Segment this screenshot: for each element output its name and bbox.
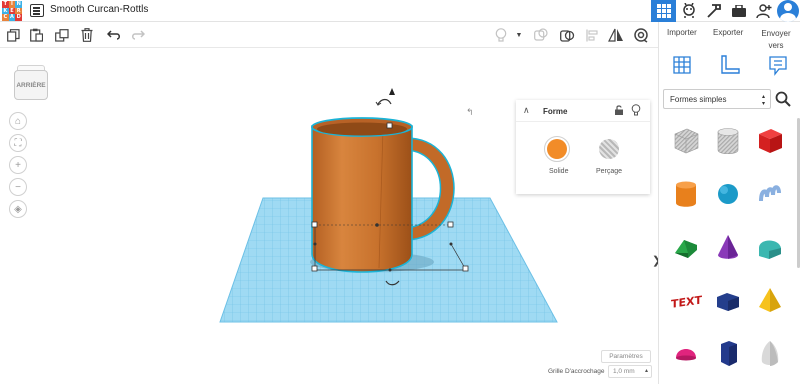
panel-tabs [659,52,800,82]
shape-library: TEXT [665,114,793,379]
shapes-panel: Importer Exporter Envoyer vers Formes si… [658,22,800,384]
edit-toolbar: ▼ [0,22,658,48]
svg-text:TEXT: TEXT [671,293,702,310]
scribble-shape[interactable] [749,167,791,220]
paraboloid-shape[interactable] [749,326,791,379]
pyramid-shape[interactable] [749,273,791,326]
view-cube-face-label[interactable]: ARRIÈRE [14,70,48,100]
shape-category-select[interactable]: Formes simples [663,89,771,109]
tinkercad-logo[interactable]: T I N K E R C A D [2,1,22,21]
cylinder-hole-shape[interactable] [707,114,749,167]
workplane-scene[interactable]: ↰ [0,48,658,384]
zoom-in-icon[interactable]: + [9,156,27,174]
add-user-icon[interactable] [751,0,776,22]
bricks-tools-icon[interactable] [701,0,726,22]
zoom-out-icon[interactable]: − [9,178,27,196]
polygon-shape[interactable] [707,326,749,379]
search-icon[interactable] [775,91,791,107]
ungroup-icon[interactable] [557,25,577,45]
workplane-canvas[interactable]: ↰ ARRIÈRE ⌂ ⛶ + − ◈ ∧ Forme Solide Perça… [0,48,661,384]
view-controls: ⌂ ⛶ + − ◈ [9,112,27,222]
grid-view-icon[interactable] [651,0,676,22]
workplane-tool-icon[interactable] [671,54,693,76]
chevron-up-icon[interactable]: ∧ [523,105,530,116]
solid-button[interactable] [544,136,570,162]
trash-icon[interactable] [77,25,97,45]
text-shape[interactable]: TEXT [665,273,707,326]
user-avatar[interactable] [777,0,799,22]
group-icon[interactable] [531,25,551,45]
suitcase-icon[interactable] [726,0,751,22]
lightbulb-icon[interactable] [631,104,641,116]
paste-icon[interactable] [26,25,46,45]
top-bar: T I N K E R C A D Smooth Curcan-Rottls [0,0,800,22]
raise-handle-icon[interactable] [389,88,395,95]
logo-letter: R [15,7,22,15]
chevron-down-icon[interactable]: ▼ [512,25,526,45]
settings-button[interactable]: Paramètres [601,350,651,363]
design-title[interactable]: Smooth Curcan-Rottls [50,4,148,15]
duplicate-icon[interactable] [52,25,72,45]
undo-icon[interactable] [104,25,124,45]
half-sphere-shape[interactable] [665,326,707,379]
fit-view-icon[interactable]: ⛶ [9,134,27,152]
svg-text:↰: ↰ [466,108,474,118]
logo-letter: N [15,1,22,8]
align-icon[interactable] [582,25,602,45]
roof-shape[interactable] [665,220,707,273]
hole-label: Perçage [596,168,623,175]
logo-letter: C [2,14,9,21]
hole-button[interactable] [596,136,622,162]
cone-shape[interactable] [707,220,749,273]
view-cube[interactable]: ARRIÈRE [14,64,50,100]
lightbulb-icon[interactable] [491,25,511,45]
snap-grid-label: Grille D'accrochage [548,368,605,375]
design-menu-icon[interactable] [30,4,44,17]
snap-grid-select[interactable]: 1,0 mm [608,365,652,378]
logo-letter: E [8,7,16,15]
logo-letter: D [15,14,22,21]
blocks-creature-icon[interactable] [676,0,701,22]
mirror-icon[interactable] [606,25,626,45]
home-view-icon[interactable]: ⌂ [9,112,27,130]
copy-icon[interactable] [3,25,23,45]
wedge-shape[interactable] [707,273,749,326]
redo-icon[interactable] [128,25,148,45]
rotate-handle-icon[interactable] [375,98,392,106]
notes-tool-icon[interactable] [767,54,789,76]
export-button[interactable]: Exporter [713,28,743,37]
box-shape[interactable] [749,114,791,167]
cylinder-shape[interactable] [665,167,707,220]
box-hole-shape[interactable] [665,114,707,167]
logo-letter: I [8,1,16,8]
solid-label: Solide [549,168,569,175]
tinkercad-app: T I N K E R C A D Smooth Curcan-Rottls ▼… [0,0,800,384]
cruise-magnet-icon[interactable] [631,25,651,45]
import-button[interactable]: Importer [667,28,697,37]
top-right-icons [651,0,800,22]
send-to-button[interactable]: Envoyer vers [760,28,792,52]
mug-body[interactable] [311,125,413,273]
logo-letter: A [8,14,16,21]
perspective-icon[interactable]: ◈ [9,200,27,218]
inspector-header[interactable]: ∧ Forme [516,100,650,122]
lock-icon[interactable] [614,105,624,115]
round-roof-shape[interactable] [749,220,791,273]
ruler-tool-icon[interactable] [719,54,741,76]
shape-inspector: ∧ Forme Solide Perçage [516,100,650,194]
logo-letter: K [2,7,9,15]
logo-letter: T [2,1,9,8]
inspector-title: Forme [543,107,568,116]
sphere-shape[interactable] [707,167,749,220]
